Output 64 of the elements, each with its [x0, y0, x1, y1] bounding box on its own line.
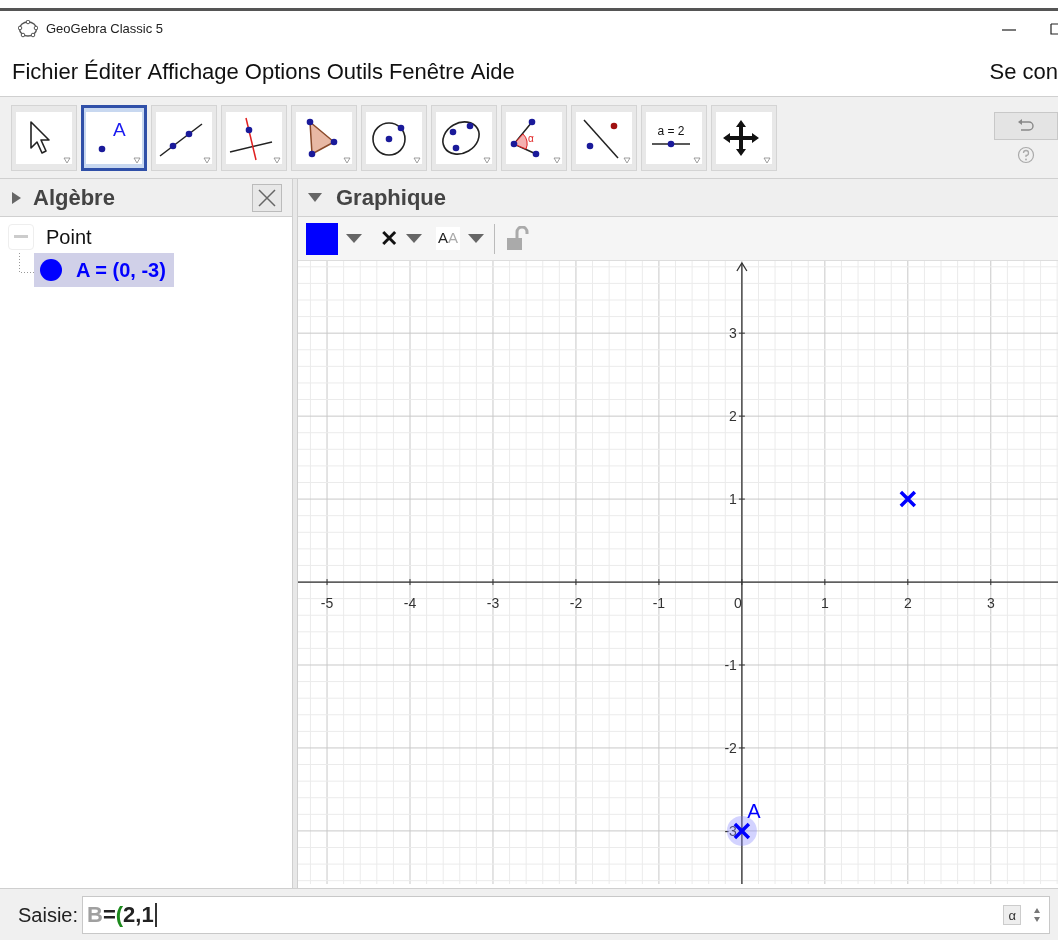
window-title: GeoGebra Classic 5: [46, 20, 164, 39]
panel-title: Graphique: [336, 184, 446, 212]
dropdown-arrow-icon[interactable]: [346, 234, 362, 243]
point-style-button[interactable]: ✕: [380, 222, 398, 255]
tool-button[interactable]: α: [501, 104, 567, 171]
tick-label: 2: [729, 408, 737, 425]
pointer-icon: [16, 111, 72, 164]
move-icon: [716, 111, 772, 164]
collapse-arrow-icon[interactable]: [308, 193, 322, 202]
tool-button[interactable]: [361, 104, 427, 171]
label-style-button[interactable]: AA: [436, 227, 461, 250]
menu-item[interactable]: Fenêtre: [388, 55, 465, 88]
tick-label: 1: [729, 491, 737, 508]
symbol-button[interactable]: α: [1003, 904, 1021, 925]
point-marker[interactable]: [899, 490, 917, 508]
undo-icon: [1017, 118, 1035, 133]
collapse-toggle[interactable]: [8, 224, 34, 250]
tick-label: -2: [569, 595, 583, 612]
dropdown-arrow-icon[interactable]: [468, 234, 485, 243]
input-label: Saisie:: [18, 902, 79, 928]
point-label: A: [747, 799, 761, 822]
tool-button[interactable]: a = 2: [641, 104, 707, 171]
tick-label: -5: [320, 595, 334, 612]
tool-button[interactable]: A: [81, 104, 147, 171]
tool-button[interactable]: [11, 104, 77, 171]
menu-item[interactable]: Options: [244, 55, 321, 88]
sign-in-link[interactable]: Se con: [989, 55, 1058, 88]
menu-item[interactable]: Éditer: [84, 55, 142, 88]
close-icon: [258, 188, 276, 207]
input-field[interactable]: B=(2,1 α: [82, 895, 1050, 934]
tool-button[interactable]: [291, 104, 357, 171]
close-button[interactable]: [252, 183, 282, 212]
dropdown-arrow-icon[interactable]: [406, 234, 422, 243]
maximize-icon[interactable]: [1050, 23, 1058, 35]
tick-label: -1: [724, 657, 737, 673]
tick-label: -2: [724, 739, 737, 756]
menu-item[interactable]: Affichage: [147, 55, 239, 88]
tool-button[interactable]: [431, 104, 497, 171]
panel-title: Algèbre: [33, 184, 115, 212]
tick-label: 3: [729, 325, 737, 342]
slider-icon: a = 2: [646, 111, 702, 164]
expand-arrow-icon[interactable]: [12, 191, 21, 204]
tick-label: -1: [652, 595, 666, 612]
point-icon: A: [86, 111, 142, 164]
group-label: Point: [46, 225, 92, 250]
menu-item[interactable]: Fichier: [12, 55, 78, 88]
tree-line: [19, 253, 34, 273]
tool-button[interactable]: [571, 104, 637, 171]
menu-item[interactable]: Outils: [326, 55, 383, 88]
tool-button[interactable]: [151, 104, 217, 171]
minus-icon: [14, 235, 28, 239]
menu-item[interactable]: Aide: [470, 55, 515, 88]
app-logo-icon: [18, 20, 38, 38]
algebra-item[interactable]: A = (0, -3): [34, 253, 174, 287]
tick-label: -3: [486, 595, 500, 612]
tick-label: 1: [820, 595, 829, 612]
tick-label: -4: [403, 595, 417, 612]
tick-label: 3: [986, 595, 995, 612]
color-swatch[interactable]: [306, 222, 338, 255]
history-arrows-icon[interactable]: [1033, 906, 1041, 923]
tick-label: 2: [903, 595, 912, 612]
angle-icon: α: [506, 111, 562, 164]
tick-label: -3: [724, 822, 737, 839]
tool-button[interactable]: [711, 104, 777, 171]
